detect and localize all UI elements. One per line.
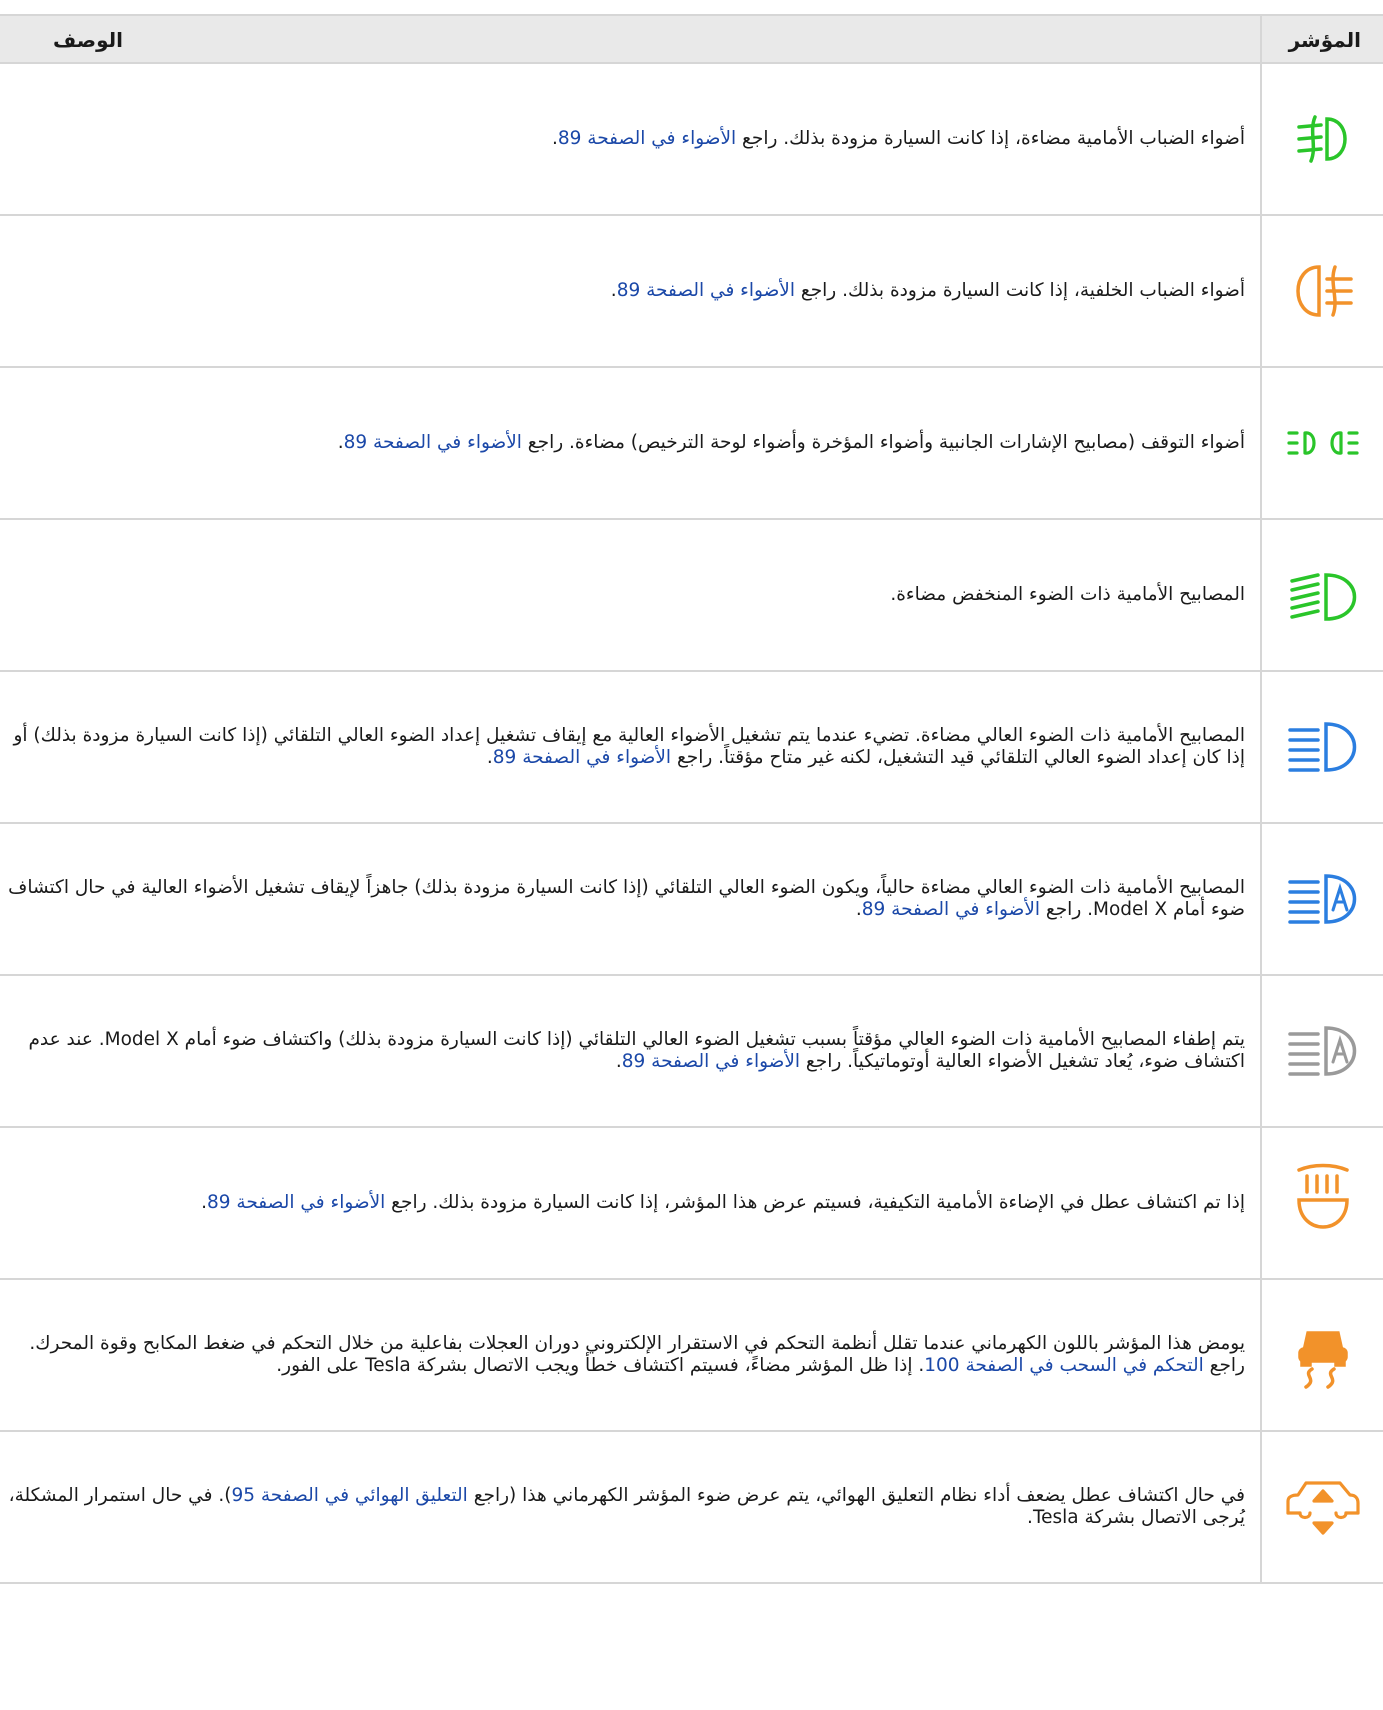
table-row: المصابيح الأمامية ذات الضوء العالي مضاءة… <box>0 672 1383 824</box>
parking-lights-icon <box>1262 368 1383 518</box>
column-divider <box>1260 216 1262 366</box>
header-indicator: المؤشر <box>1288 28 1361 52</box>
row-description: أضواء التوقف (مصابيح الإشارات الجانبية و… <box>337 432 1245 453</box>
column-divider <box>1260 520 1262 670</box>
header-divider <box>1260 16 1262 62</box>
header-description: الوصف <box>52 28 123 52</box>
table-row: إذا تم اكتشاف عطل في الإضاءة الأمامية ال… <box>0 1128 1383 1280</box>
table-row: أضواء الضباب الأمامية مضاءة، إذا كانت ال… <box>0 64 1383 216</box>
adaptive-lighting-fault-icon <box>1262 1128 1383 1278</box>
table-row: يومض هذا المؤشر باللون الكهرماني عندما ت… <box>0 1280 1383 1432</box>
table-header: المؤشر الوصف <box>0 14 1383 64</box>
row-description: في حال اكتشاف عطل يضعف أداء نظام التعليق… <box>8 1485 1245 1528</box>
row-description: المصابيح الأمامية ذات الضوء المنخفض مضاء… <box>890 584 1245 605</box>
traction-control-icon <box>1262 1280 1383 1430</box>
column-divider <box>1260 1280 1262 1430</box>
row-description: المصابيح الأمامية ذات الضوء العالي مضاءة… <box>13 725 1245 768</box>
high-beam-icon <box>1262 672 1383 822</box>
column-divider <box>1260 976 1262 1126</box>
table-row: أضواء الضباب الخلفية، إذا كانت السيارة م… <box>0 216 1383 368</box>
column-divider <box>1260 1432 1262 1582</box>
page-link[interactable]: الأضواء في الصفحة 89 <box>558 128 736 149</box>
page-link[interactable]: التحكم في السحب في الصفحة 100 <box>924 1355 1204 1376</box>
auto-high-beam-on-icon <box>1262 824 1383 974</box>
page-link[interactable]: التعليق الهوائي في الصفحة 95 <box>231 1485 467 1506</box>
front-fog-lights-icon <box>1262 64 1383 214</box>
column-divider <box>1260 824 1262 974</box>
table-row: أضواء التوقف (مصابيح الإشارات الجانبية و… <box>0 368 1383 520</box>
table-row: يتم إطفاء المصابيح الأمامية ذات الضوء ال… <box>0 976 1383 1128</box>
table-row: المصابيح الأمامية ذات الضوء المنخفض مضاء… <box>0 520 1383 672</box>
rear-fog-lights-icon <box>1262 216 1383 366</box>
air-suspension-icon <box>1262 1432 1383 1582</box>
column-divider <box>1260 672 1262 822</box>
page-link[interactable]: الأضواء في الصفحة 89 <box>622 1051 800 1072</box>
auto-high-beam-off-icon <box>1262 976 1383 1126</box>
table-row: في حال اكتشاف عطل يضعف أداء نظام التعليق… <box>0 1432 1383 1584</box>
row-description: إذا تم اكتشاف عطل في الإضاءة الأمامية ال… <box>201 1192 1245 1213</box>
row-description: المصابيح الأمامية ذات الضوء العالي مضاءة… <box>8 877 1245 920</box>
page-link[interactable]: الأضواء في الصفحة 89 <box>207 1192 385 1213</box>
page-link[interactable]: الأضواء في الصفحة 89 <box>862 899 1040 920</box>
row-description: يومض هذا المؤشر باللون الكهرماني عندما ت… <box>29 1333 1245 1376</box>
low-beam-icon <box>1262 520 1383 670</box>
page-link[interactable]: الأضواء في الصفحة 89 <box>617 280 795 301</box>
column-divider <box>1260 368 1262 518</box>
row-description: أضواء الضباب الخلفية، إذا كانت السيارة م… <box>610 280 1245 301</box>
table-row: المصابيح الأمامية ذات الضوء العالي مضاءة… <box>0 824 1383 976</box>
column-divider <box>1260 1128 1262 1278</box>
row-description: أضواء الضباب الأمامية مضاءة، إذا كانت ال… <box>551 128 1245 149</box>
page-link[interactable]: الأضواء في الصفحة 89 <box>344 432 522 453</box>
column-divider <box>1260 64 1262 214</box>
page-link[interactable]: الأضواء في الصفحة 89 <box>493 747 671 768</box>
row-description: يتم إطفاء المصابيح الأمامية ذات الضوء ال… <box>28 1029 1245 1072</box>
